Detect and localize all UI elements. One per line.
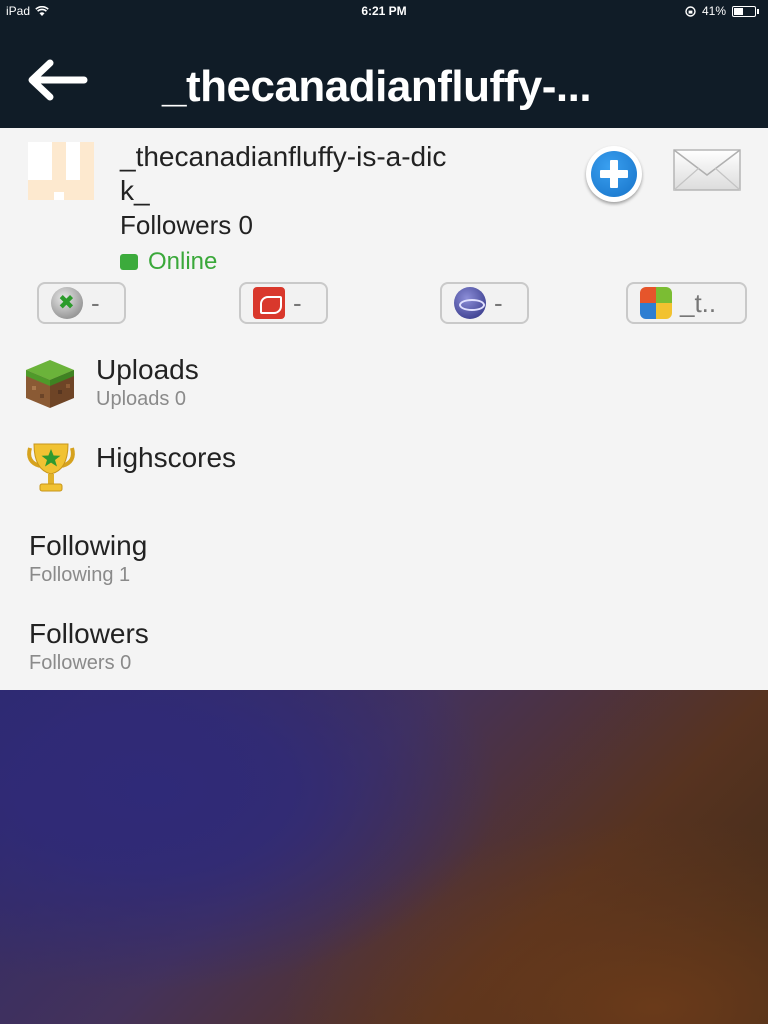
page-title: _thecanadianfluffy-... [162, 62, 592, 111]
game-center-icon [640, 287, 672, 319]
xbox-tag-value: - [91, 287, 100, 318]
playstation-tag-button[interactable]: - [440, 282, 529, 324]
rotation-lock-icon [685, 5, 696, 17]
background-image [0, 690, 768, 1024]
username: _thecanadianfluffy-is-a-dick_ [120, 141, 447, 206]
grass-block-icon [26, 360, 74, 408]
uploads-row[interactable]: Uploads Uploads 0 [0, 350, 768, 416]
xbox-tag-button[interactable]: - [37, 282, 126, 324]
uploads-count: Uploads 0 [96, 388, 187, 410]
game-center-tag-value: _t.. [680, 287, 717, 318]
battery-percent: 41% [701, 4, 726, 18]
game-center-tag-button[interactable]: _t.. [626, 282, 747, 324]
followers-title: Followers [29, 618, 149, 649]
navigation-bar: _thecanadianfluffy-... [0, 22, 768, 128]
avatar [28, 142, 94, 200]
online-indicator-icon [120, 254, 138, 270]
online-status-label: Online [148, 248, 218, 275]
clock: 6:21 PM [361, 4, 407, 18]
origin-tag-value: - [293, 287, 302, 318]
profile-panel: _thecanadianfluffy-is-a-dick_ Followers … [0, 128, 768, 690]
message-button[interactable] [672, 148, 742, 192]
status-bar: iPad 6:21 PM 41% [0, 0, 768, 22]
trophy-icon [27, 443, 75, 492]
battery-fill [734, 7, 744, 15]
following-row[interactable]: Following Following 1 [0, 524, 768, 586]
follower-count: Followers 0 [120, 210, 253, 240]
battery-icon [732, 5, 759, 17]
playstation-tag-value: - [494, 287, 503, 318]
envelope-icon [673, 149, 741, 191]
following-count: Following 1 [29, 564, 131, 586]
playstation-icon [454, 287, 486, 319]
follow-button[interactable] [586, 146, 642, 202]
origin-tag-button[interactable]: - [239, 282, 328, 324]
highscores-row[interactable]: Highscores [0, 438, 768, 498]
xbox-icon [51, 287, 83, 319]
online-status: Online [120, 248, 217, 276]
highscores-title: Highscores [96, 442, 237, 473]
status-bar-right: 41% [685, 4, 759, 18]
following-title: Following [29, 530, 148, 561]
followers-count: Followers 0 [29, 652, 132, 674]
plus-icon [591, 151, 637, 197]
back-button[interactable] [26, 58, 88, 102]
uploads-title: Uploads [96, 354, 199, 385]
back-arrow-icon [28, 59, 88, 101]
origin-icon [253, 287, 285, 319]
followers-row[interactable]: Followers Followers 0 [0, 612, 768, 674]
